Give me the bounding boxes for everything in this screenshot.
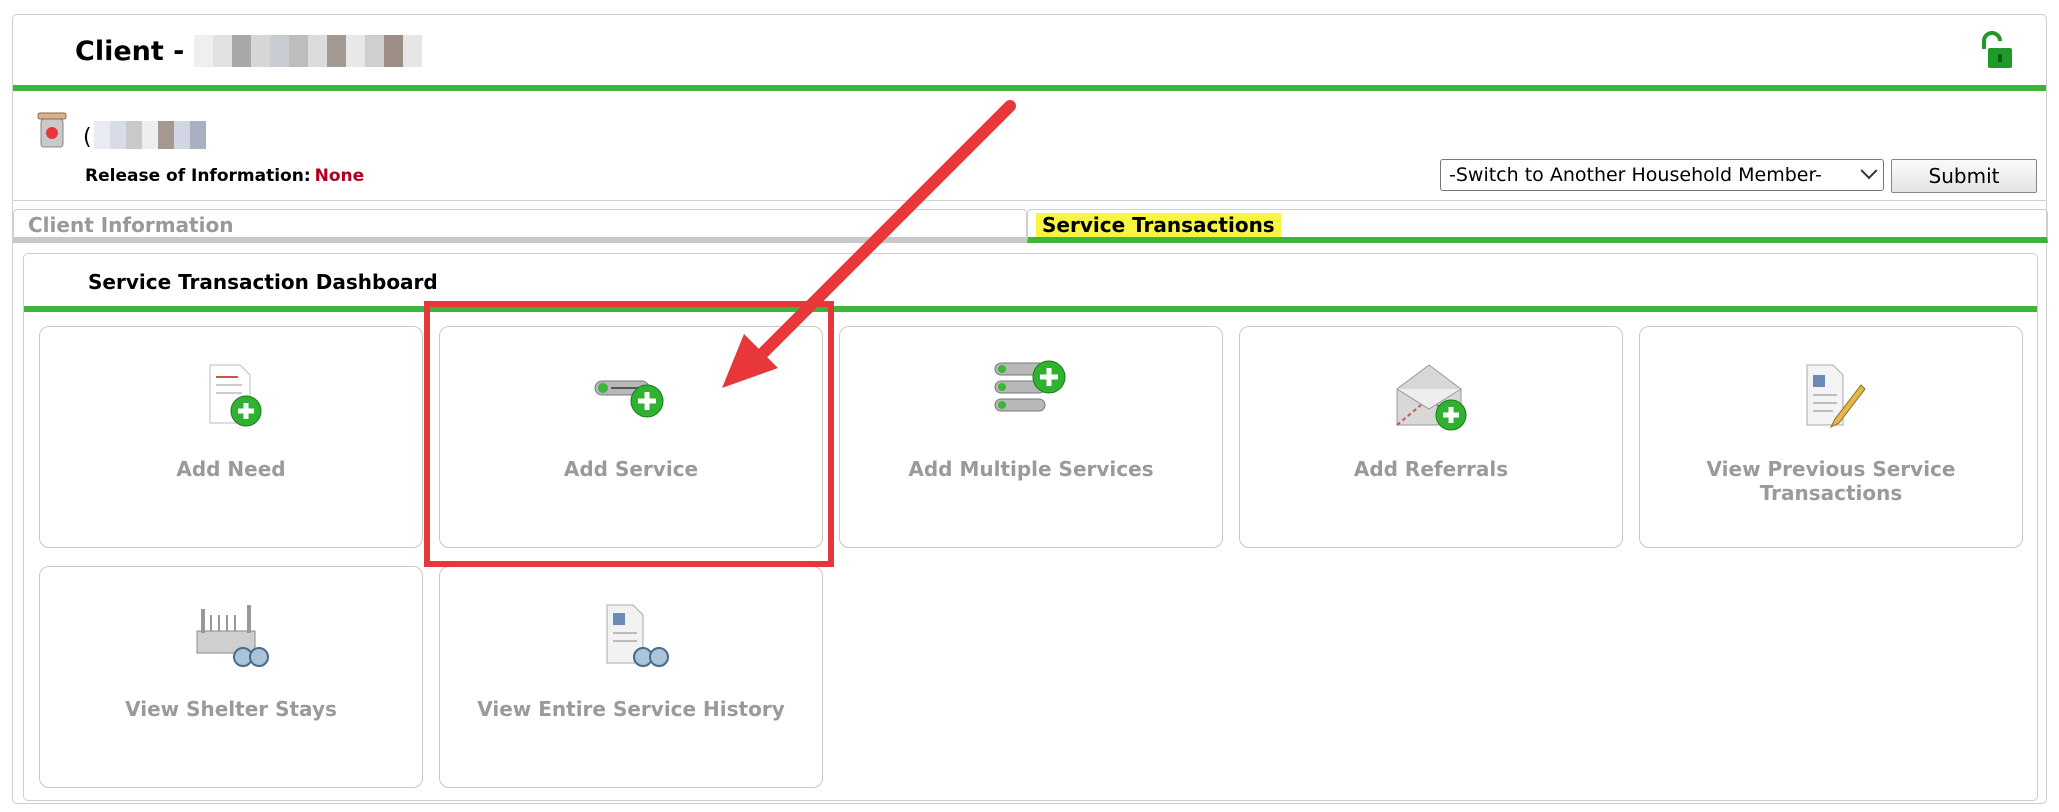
tile-label: View Shelter Stays [125,697,337,721]
client-title-label: Client - [75,35,185,67]
client-panel: Client - ( Release of Information:None [12,14,2048,804]
tab-bar: Client Information Service Transactions [13,197,2048,243]
tile-view-previous-service-transactions[interactable]: View Previous Service Transactions [1639,326,2023,548]
tile-add-referrals[interactable]: Add Referrals [1239,326,1623,548]
add-multiple-services-icon [994,360,1066,412]
client-summary: ( Release of Information: None -Switch to… [13,97,2046,201]
tab-label: Client Information [28,213,234,237]
release-of-information: Release of Information: None [85,166,364,186]
tab-label: Service Transactions [1036,213,1281,237]
roi-value: None [314,166,365,186]
trash-icon[interactable] [35,109,69,149]
tile-label: Add Need [176,457,286,481]
tile-label: View Previous Service Transactions [1706,457,1956,505]
tab-service-transactions[interactable]: Service Transactions [1027,209,2048,243]
submit-button[interactable]: Submit [1891,159,2037,193]
add-referrals-icon [1396,364,1467,431]
unlock-icon[interactable] [1978,31,2016,71]
tile-label: View Entire Service History [477,697,785,721]
annotation-highlight-box [424,301,834,567]
view-service-history-icon [606,604,669,667]
client-header: Client - [13,15,2046,91]
switch-member-selected-value: -Switch to Another Household Member- [1449,164,1822,186]
client-identifier: ( [83,121,206,153]
add-need-icon [209,364,262,427]
client-id-paren: ( [83,124,92,150]
roi-label: Release of Information: [85,166,311,186]
tile-label: Add Multiple Services [908,457,1154,481]
view-shelter-stays-icon [196,605,269,667]
redacted-client-name [194,35,423,67]
redacted-client-id [93,121,206,153]
tile-add-need[interactable]: Add Need [39,326,423,548]
page-title: Client - [75,35,423,67]
switch-household-member-select[interactable]: -Switch to Another Household Member- [1440,159,1884,191]
tile-view-shelter-stays[interactable]: View Shelter Stays [39,566,423,788]
tile-label: Add Referrals [1353,457,1509,481]
chevron-down-icon [1860,162,1878,180]
tile-view-entire-service-history[interactable]: View Entire Service History [439,566,823,788]
tile-add-multiple-services[interactable]: Add Multiple Services [839,326,1223,548]
dashboard-title: Service Transaction Dashboard [88,270,438,294]
tab-client-information[interactable]: Client Information [13,209,1027,243]
service-transaction-dashboard: Service Transaction Dashboard Add Need A… [23,253,2038,801]
dashboard-header: Service Transaction Dashboard [24,254,2037,312]
view-previous-transactions-icon [1806,364,1866,429]
